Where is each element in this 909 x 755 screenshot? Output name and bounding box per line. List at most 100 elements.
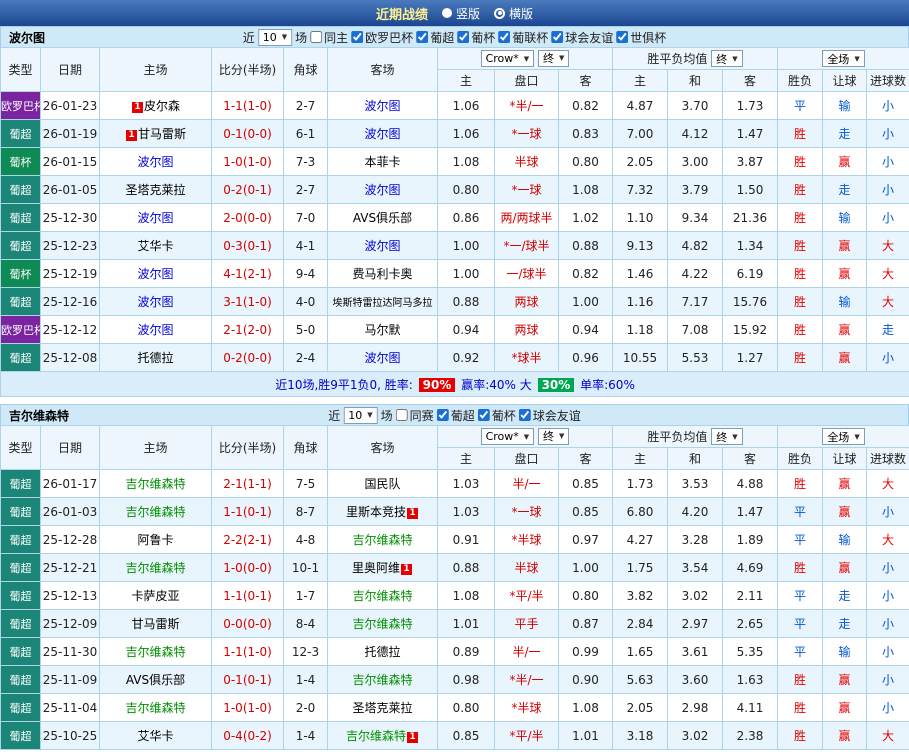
team-cell-self[interactable]: 波尔图: [327, 119, 438, 148]
type-cell: 葡超: [0, 553, 41, 582]
team-cell-opponent[interactable]: 国民队: [327, 469, 438, 498]
filter-checkbox[interactable]: [498, 31, 511, 43]
odds-period-select[interactable]: 终 ▼: [538, 49, 570, 67]
result-goals: 大: [865, 231, 909, 260]
team-cell-self[interactable]: 吉尔维森特: [99, 637, 212, 666]
team-cell-opponent[interactable]: 里奥阿维 1: [327, 553, 438, 582]
filter-葡杯[interactable]: 葡杯: [477, 407, 516, 424]
team-cell-self[interactable]: 波尔图: [99, 315, 212, 344]
corners-cell: 10-1: [283, 553, 328, 582]
team-cell-opponent[interactable]: 托德拉: [99, 343, 212, 372]
filter-checkbox[interactable]: [457, 31, 470, 43]
team-cell-self[interactable]: 吉尔维森特: [327, 665, 438, 694]
team-cell-self[interactable]: 吉尔维森特: [99, 693, 212, 722]
team-cell-opponent[interactable]: 阿鲁卡: [99, 525, 212, 554]
avg-home-odds: 7.32: [612, 175, 668, 204]
filter-checkbox[interactable]: [351, 31, 364, 43]
matches-table: 类型 日期 主场 比分(半场) 角球 客场 Crow* ▼ 终 ▼ 胜平负均值 终 ▼ 全场 ▼ 主盘口客…: [0, 47, 909, 397]
team-cell-self[interactable]: 吉尔维森特: [99, 553, 212, 582]
team-cell-opponent[interactable]: 1 甘马雷斯: [99, 119, 212, 148]
recent-label: 近: [242, 30, 255, 45]
filter-checkbox[interactable]: [518, 409, 531, 421]
team-cell-opponent[interactable]: AVS俱乐部: [327, 203, 438, 232]
team-cell-opponent[interactable]: 费马利卡奥: [327, 259, 438, 288]
team-cell-self[interactable]: 波尔图: [99, 259, 212, 288]
team-cell-self[interactable]: 吉尔维森特: [99, 469, 212, 498]
score-cell: 1-0(0-0): [211, 553, 284, 582]
filter-checkbox[interactable]: [395, 409, 408, 421]
filter-checkbox[interactable]: [616, 31, 629, 43]
radio-horizontal[interactable]: 横版: [494, 5, 533, 22]
recent-count-select-value: 10: [262, 30, 277, 44]
recent-count-select[interactable]: 10 ▼: [343, 406, 378, 424]
radio-vertical[interactable]: 竖版: [441, 5, 480, 22]
team-cell-opponent[interactable]: 卡萨皮亚: [99, 581, 212, 610]
ah-line: 半球: [494, 553, 559, 582]
team-cell-opponent[interactable]: 1 皮尔森: [99, 91, 212, 120]
match-row: 葡超 25-12-09 甘马雷斯 0-0(0-0) 8-4 吉尔维森特 1.01 平手 0.87…: [0, 609, 909, 638]
filter-葡杯[interactable]: 葡杯: [457, 29, 495, 46]
bookmaker-select[interactable]: Crow* ▼: [480, 428, 535, 446]
team-cell-opponent[interactable]: AVS俱乐部: [99, 665, 212, 694]
team-cell-opponent[interactable]: 马尔默: [327, 315, 438, 344]
bookmaker-select[interactable]: Crow* ▼: [480, 50, 535, 68]
filter-checkbox[interactable]: [436, 409, 449, 421]
filter-checkbox[interactable]: [551, 31, 564, 43]
avg-period-select[interactable]: 终 ▼: [711, 428, 743, 446]
corners-cell: 2-7: [283, 91, 328, 120]
filter-世俱杯[interactable]: 世俱杯: [616, 29, 666, 46]
filter-同主[interactable]: 同主: [310, 29, 348, 46]
team-cell-self[interactable]: 吉尔维森特: [327, 581, 438, 610]
ah-line: 半/一: [494, 469, 559, 498]
team-cell-opponent[interactable]: 托德拉: [327, 637, 438, 666]
filter-checkbox[interactable]: [477, 409, 490, 421]
avg-away-odds: 1.63: [722, 665, 778, 694]
team-cell-opponent[interactable]: 甘马雷斯: [99, 609, 212, 638]
filter-球会友谊[interactable]: 球会友谊: [551, 29, 613, 46]
team-cell-self[interactable]: 吉尔维森特: [99, 497, 212, 526]
odds-period-select[interactable]: 终 ▼: [538, 427, 570, 445]
filter-球会友谊[interactable]: 球会友谊: [518, 407, 581, 424]
team-cell-opponent[interactable]: 埃斯特雷拉达阿马多拉: [327, 287, 438, 316]
team-cell-opponent[interactable]: 圣塔克莱拉: [327, 693, 438, 722]
team-cell-self[interactable]: 波尔图: [327, 175, 438, 204]
summary-text: 赢率:40% 大: [457, 377, 536, 392]
team-cell-self[interactable]: 波尔图: [327, 343, 438, 372]
team-cell-self[interactable]: 吉尔维森特: [327, 525, 438, 554]
result-handicap: 赢: [822, 693, 867, 722]
filter-葡超[interactable]: 葡超: [416, 29, 454, 46]
team-cell-self[interactable]: 波尔图: [99, 147, 212, 176]
filter-checkbox[interactable]: [416, 31, 429, 43]
team-cell-self[interactable]: 波尔图: [327, 91, 438, 120]
team-cell-opponent[interactable]: 里斯本竞技 1: [327, 497, 438, 526]
team-cell-self[interactable]: 波尔图: [99, 287, 212, 316]
filter-checkbox[interactable]: [310, 31, 323, 43]
team-cell-self[interactable]: 吉尔维森特: [327, 609, 438, 638]
team-cell-self[interactable]: 吉尔维森特 1: [327, 721, 438, 750]
filter-葡联杯[interactable]: 葡联杯: [498, 29, 548, 46]
avg-period-select[interactable]: 终 ▼: [711, 50, 743, 68]
match-row: 欧罗巴杯25-12-12波尔图2-1(2-0)5-0马尔默0.94两球0.941…: [0, 315, 909, 344]
rank-badge: 1: [125, 130, 137, 141]
team-cell-opponent[interactable]: 本菲卡: [327, 147, 438, 176]
recent-count-select[interactable]: 10 ▼: [257, 28, 293, 46]
scope-select[interactable]: 全场 ▼: [822, 428, 865, 445]
team-cell-opponent[interactable]: 圣塔克莱拉: [99, 175, 212, 204]
column-header: 日期: [40, 47, 100, 92]
corners-cell: 7-0: [283, 203, 328, 232]
team-cell-self[interactable]: 波尔图: [327, 231, 438, 260]
recent-label-suffix: 场: [380, 408, 393, 423]
filter-欧罗巴杯[interactable]: 欧罗巴杯: [351, 29, 413, 46]
recent-label-suffix: 场: [295, 30, 308, 45]
column-header: 类型: [0, 47, 41, 92]
filter-label: 欧罗巴杯: [365, 30, 414, 45]
filter-同赛[interactable]: 同赛: [395, 407, 434, 424]
type-cell: 葡超: [0, 469, 41, 498]
team-cell-opponent[interactable]: 艾华卡: [99, 231, 212, 260]
team-section: 波尔图近 10 ▼ 场同主 欧罗巴杯 葡超 葡杯 葡联杯 球会友谊 世俱杯 类型 日期 主场 比分(半场)…: [0, 26, 909, 397]
filter-葡超[interactable]: 葡超: [436, 407, 475, 424]
result-handicap: 赢: [822, 469, 867, 498]
scope-select[interactable]: 全场 ▼: [822, 50, 865, 67]
team-cell-self[interactable]: 波尔图: [99, 203, 212, 232]
team-cell-opponent[interactable]: 艾华卡: [99, 721, 212, 750]
